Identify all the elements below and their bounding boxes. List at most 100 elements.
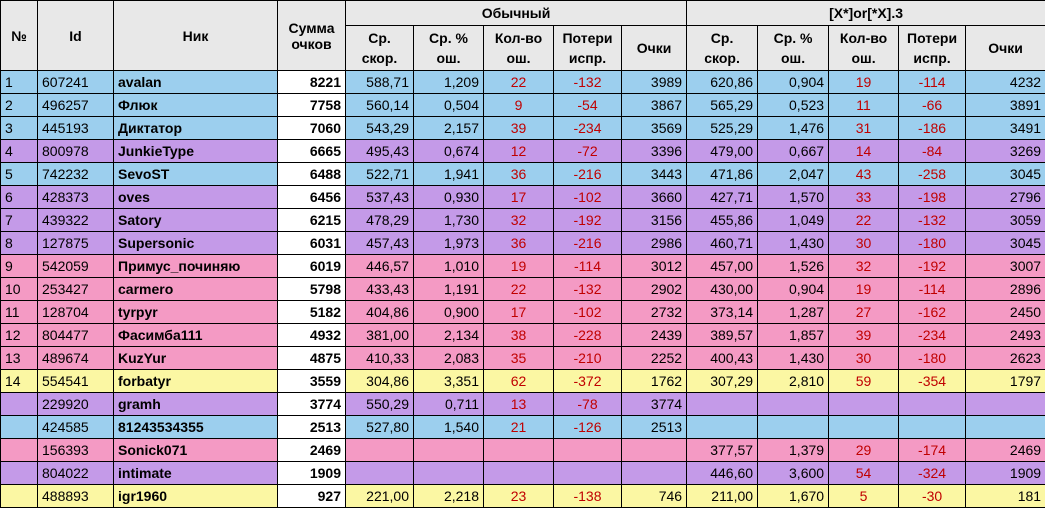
cell-xor-err: 1,430 [757,346,830,370]
cell-normal-speed: 221,00 [345,484,414,508]
cell-normal-speed: 410,33 [345,346,414,370]
cell-xor-speed: 455,86 [686,208,759,232]
cell-normal-err: 2,157 [413,116,484,140]
cell-normal-points: 3396 [620,139,688,163]
cell-normal-speed: 495,43 [345,139,414,163]
cell-normal-err: 1,730 [413,208,484,232]
cell-xor-count [828,415,900,439]
table-row: 13 489674 KuzYur 4875 410,33 2,083 35 -210 2252 4… [0,346,1045,370]
cell-normal-speed: 522,71 [345,162,414,186]
cell-num [0,415,38,439]
cell-xor-loss: -258 [898,162,967,186]
table-row: 488893 igr1960 927 221,00 2,218 23 -138 746 211,… [0,484,1045,508]
cell-sum: 2469 [277,438,346,462]
cell-normal-err: 1,191 [413,277,484,301]
cell-xor-speed: 446,60 [686,461,759,485]
cell-nick: gramh [113,392,278,416]
cell-xor-loss: -198 [898,185,967,209]
cell-num: 12 [0,323,38,347]
cell-xor-points: 3045 [965,231,1045,255]
cell-id: 804477 [37,323,114,347]
header-normal-speed: Ср. скор. [345,25,414,71]
cell-xor-points: 2623 [965,346,1045,370]
cell-normal-points: 3443 [620,162,688,186]
cell-xor-speed: 211,00 [686,484,759,508]
cell-sum: 5798 [277,277,346,301]
cell-num: 2 [0,93,38,117]
cell-xor-count: 11 [828,93,900,117]
cell-xor-points: 2450 [965,300,1045,324]
cell-normal-speed: 446,57 [345,254,414,278]
group-header-normal: Обычный [344,0,688,26]
cell-xor-count: 14 [828,139,900,163]
cell-normal-loss: -114 [553,254,622,278]
cell-normal-loss [553,461,622,485]
header-xor-count-line2: ош. [851,50,876,66]
cell-xor-count: 32 [828,254,900,278]
cell-id: 127875 [37,231,114,255]
cell-normal-count: 17 [483,185,554,209]
cell-normal-err: 2,083 [413,346,484,370]
header-num: № [0,0,38,71]
cell-num: 14 [0,369,38,393]
cell-id: 156393 [37,438,114,462]
cell-xor-loss: -324 [898,461,967,485]
cell-xor-speed: 525,29 [686,116,759,140]
cell-normal-speed: 433,43 [345,277,414,301]
cell-xor-loss [898,392,967,416]
header-xor-loss-line2: испр. [913,50,951,66]
header-normal-loss: Потери испр. [553,25,622,71]
cell-sum: 6215 [277,208,346,232]
cell-sum: 927 [277,484,346,508]
cell-normal-points: 2252 [620,346,688,370]
header-normal-count: Кол-во ош. [483,25,554,71]
cell-xor-loss: -180 [898,231,967,255]
header-normal-count-line2: ош. [506,50,531,66]
cell-normal-err: 1,010 [413,254,484,278]
cell-nick: carmero [113,277,278,301]
cell-normal-count: 62 [483,369,554,393]
header-normal-points: Очки [620,25,688,71]
cell-normal-points: 3989 [620,70,688,94]
cell-xor-err: 0,667 [757,139,830,163]
cell-normal-err: 2,134 [413,323,484,347]
cell-normal-points [620,438,688,462]
cell-xor-loss: -66 [898,93,967,117]
cell-normal-speed: 404,86 [345,300,414,324]
cell-normal-count: 17 [483,300,554,324]
cell-normal-speed: 304,86 [345,369,414,393]
cell-normal-err: 0,711 [413,392,484,416]
cell-xor-count: 22 [828,208,900,232]
cell-nick: intimate [113,461,278,485]
cell-normal-loss: -216 [553,231,622,255]
cell-normal-loss [553,438,622,462]
cell-num: 10 [0,277,38,301]
cell-normal-count: 13 [483,392,554,416]
cell-sum: 4875 [277,346,346,370]
header-sum: Сумма очков [277,0,346,71]
cell-num: 4 [0,139,38,163]
cell-xor-count: 31 [828,116,900,140]
header-normal-speed-line2: скор. [361,50,398,66]
cell-num [0,461,38,485]
cell-nick: Примус_починяю [113,254,278,278]
cell-xor-points [965,392,1045,416]
cell-normal-err: 1,941 [413,162,484,186]
cell-normal-loss: -132 [553,277,622,301]
cell-xor-speed: 471,86 [686,162,759,186]
header-xor-speed-line1: Ср. [710,30,734,46]
cell-nick: forbatyr [113,369,278,393]
cell-normal-speed [345,438,414,462]
table-header: № Id Ник Сумма очков Обычный [X*]or[*X].… [0,0,1045,71]
cell-id: 128704 [37,300,114,324]
cell-xor-count: 5 [828,484,900,508]
cell-num: 7 [0,208,38,232]
cell-xor-err [757,415,830,439]
header-nick: Ник [113,0,278,71]
cell-xor-loss: -186 [898,116,967,140]
cell-id: 489674 [37,346,114,370]
cell-xor-loss: -234 [898,323,967,347]
cell-xor-count: 59 [828,369,900,393]
cell-xor-loss: -162 [898,300,967,324]
cell-xor-err: 1,476 [757,116,830,140]
